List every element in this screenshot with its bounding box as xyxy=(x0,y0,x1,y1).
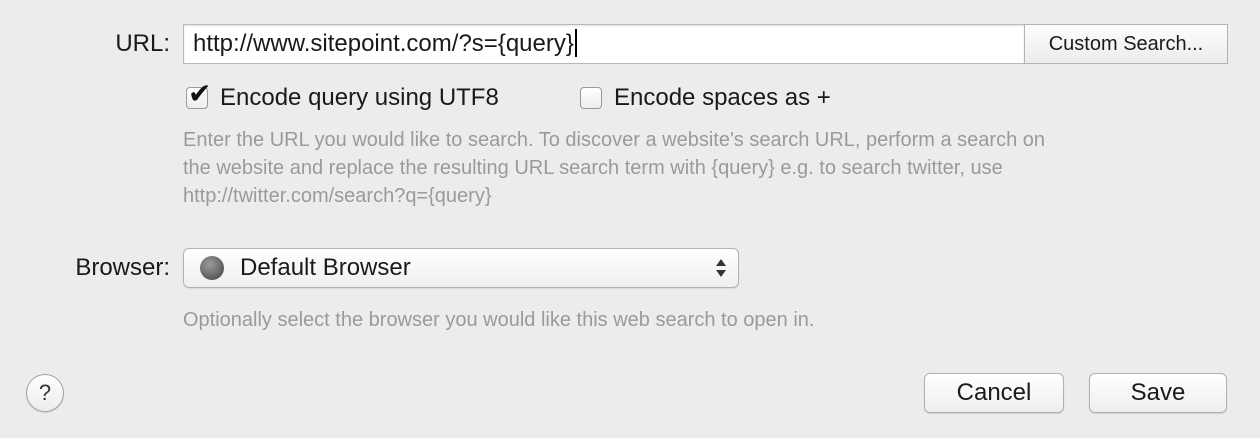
url-label: URL: xyxy=(115,30,170,57)
help-button[interactable]: ? xyxy=(26,374,64,412)
browser-label: Browser: xyxy=(75,254,170,281)
encode-utf8-option[interactable]: ✔ Encode query using UTF8 xyxy=(186,80,499,112)
checkmark-icon: ✔ xyxy=(188,77,212,110)
encode-spaces-option[interactable]: Encode spaces as + xyxy=(580,84,831,112)
url-help-line: Enter the URL you would like to search. … xyxy=(183,129,1046,151)
text-caret xyxy=(574,29,577,58)
cancel-button[interactable]: Cancel xyxy=(924,373,1064,413)
encode-utf8-label[interactable]: Encode query using UTF8 xyxy=(220,84,499,112)
select-arrows-icon xyxy=(716,259,726,277)
save-button[interactable]: Save xyxy=(1089,373,1227,413)
encode-spaces-checkbox[interactable] xyxy=(580,87,602,109)
url-input[interactable]: http://www.sitepoint.com/?s={query} xyxy=(183,24,1025,64)
custom-search-button[interactable]: Custom Search... xyxy=(1024,24,1228,64)
url-help-text: Enter the URL you would like to search. … xyxy=(183,126,1223,210)
url-help-line: http://twitter.com/search?q={query} xyxy=(183,185,492,207)
encode-spaces-label[interactable]: Encode spaces as + xyxy=(614,84,831,112)
browser-globe-icon xyxy=(200,256,224,280)
encode-utf8-checkbox[interactable]: ✔ xyxy=(186,80,211,109)
url-help-line: the website and replace the resulting UR… xyxy=(183,157,1003,179)
browser-select[interactable]: Default Browser xyxy=(183,248,739,288)
url-value: http://www.sitepoint.com/?s={query} xyxy=(193,30,574,57)
browser-selected-value: Default Browser xyxy=(240,254,411,281)
browser-help-text: Optionally select the browser you would … xyxy=(183,309,815,331)
